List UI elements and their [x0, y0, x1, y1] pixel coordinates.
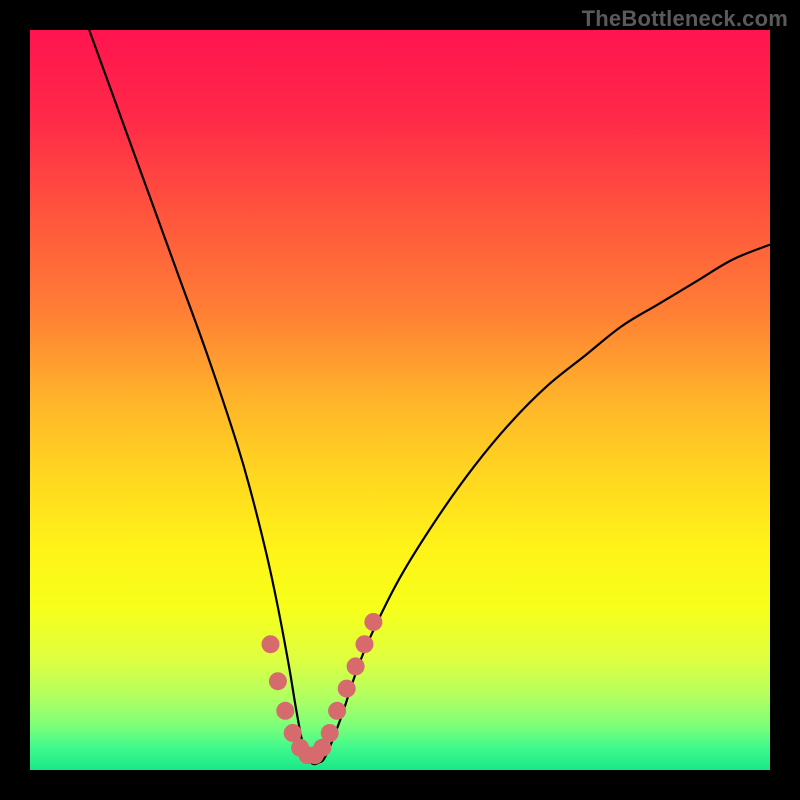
marker-dot — [355, 635, 373, 653]
chart-svg — [30, 30, 770, 770]
marker-dot — [328, 702, 346, 720]
watermark-text: TheBottleneck.com — [582, 6, 788, 32]
marker-dot — [262, 635, 280, 653]
marker-dot — [364, 613, 382, 631]
gradient-background — [30, 30, 770, 770]
marker-dot — [269, 672, 287, 690]
marker-dot — [347, 657, 365, 675]
marker-dot — [321, 724, 339, 742]
chart-frame: TheBottleneck.com — [0, 0, 800, 800]
marker-dot — [276, 702, 294, 720]
plot-area — [30, 30, 770, 770]
marker-dot — [338, 680, 356, 698]
